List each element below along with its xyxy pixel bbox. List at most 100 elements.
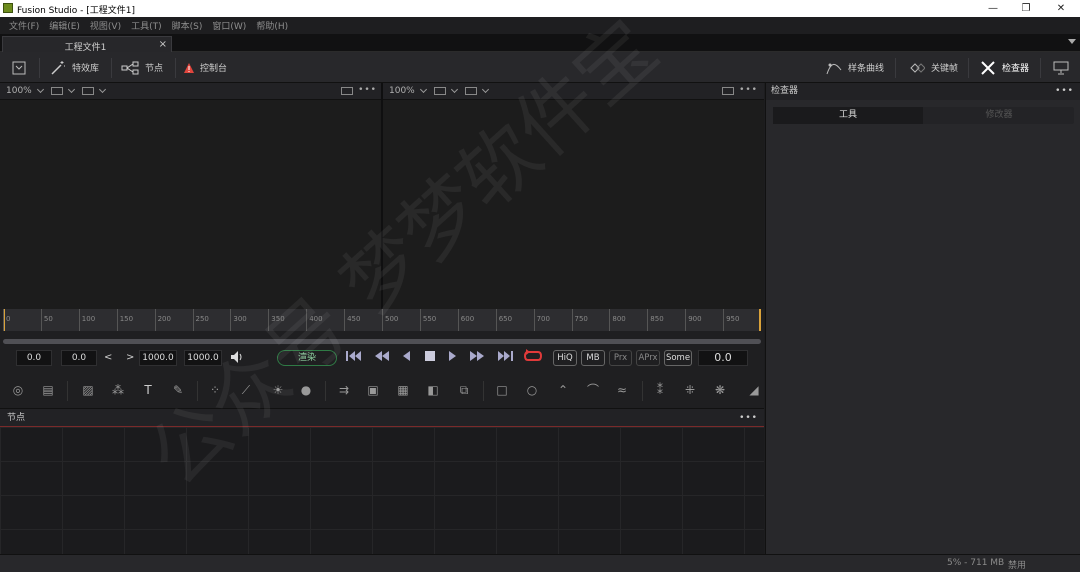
menu-window[interactable]: 窗口(W): [212, 19, 246, 32]
doc-tab-project1[interactable]: 工程文件1 ×: [2, 36, 172, 53]
render-end-field[interactable]: 1000.0: [139, 350, 177, 366]
ruler-tick: 750: [571, 309, 588, 331]
close-tab-icon[interactable]: ×: [159, 39, 167, 50]
timeline-scrollbar[interactable]: [3, 339, 761, 344]
fast-forward-button[interactable]: [469, 350, 485, 367]
bspline-mask-icon[interactable]: ⌒: [585, 382, 601, 398]
image-loader-icon[interactable]: ▨: [80, 382, 96, 398]
particle-emitter-icon[interactable]: ⁑: [652, 382, 668, 398]
render-end-marker[interactable]: [759, 309, 761, 331]
background-tool-icon[interactable]: ◎: [10, 382, 26, 398]
menu-tools[interactable]: 工具(T): [131, 19, 162, 32]
merge-tool-icon[interactable]: ▤: [40, 382, 56, 398]
color-curves-icon[interactable]: ⟋: [238, 382, 254, 398]
auto-proxy-button[interactable]: APrx: [636, 350, 660, 366]
minimize-button[interactable]: —: [978, 0, 1008, 17]
ellipse-mask-icon[interactable]: ○: [524, 382, 540, 398]
transform-stack-icon[interactable]: ⧉: [456, 382, 472, 398]
go-to-end-button[interactable]: [497, 350, 513, 367]
paint-brush-icon[interactable]: ✎: [170, 382, 186, 398]
ruler-tick: 950: [723, 309, 739, 331]
viewer-options-icon[interactable]: •••: [358, 85, 377, 95]
node-grid-canvas[interactable]: [0, 427, 764, 554]
lut-icon[interactable]: [81, 87, 94, 95]
metadata-button[interactable]: [1053, 52, 1069, 83]
close-window-button[interactable]: ✕: [1046, 0, 1076, 17]
text-tool-icon[interactable]: T: [140, 382, 156, 398]
chevron-down-icon[interactable]: [419, 85, 427, 94]
render-button[interactable]: 渲染: [277, 350, 337, 366]
loader-icon[interactable]: ▦: [395, 382, 411, 398]
keyframes-button[interactable]: 关键帧: [907, 52, 958, 83]
3d-shape-icon[interactable]: ◢: [746, 382, 762, 398]
step-forward-button[interactable]: >: [126, 351, 134, 365]
proxy-button[interactable]: Prx: [609, 350, 632, 366]
channel-icon[interactable]: [433, 87, 446, 95]
chevron-down-icon[interactable]: [450, 85, 458, 94]
fit-view-icon[interactable]: [722, 87, 734, 95]
rectangle-mask-icon[interactable]: □: [494, 382, 510, 398]
current-time-field[interactable]: 0.0: [698, 350, 748, 366]
zoom-level[interactable]: 100%: [389, 86, 415, 96]
menu-script[interactable]: 脚本(S): [172, 19, 203, 32]
matte-control-icon[interactable]: ▣: [365, 382, 381, 398]
inspector-button[interactable]: 检查器: [980, 52, 1029, 83]
selective-update-button[interactable]: Some: [664, 350, 692, 366]
go-to-start-button[interactable]: [346, 350, 362, 367]
chevron-down-icon[interactable]: [98, 85, 106, 94]
zoom-level[interactable]: 100%: [6, 86, 32, 96]
channel-booleans-icon[interactable]: ⇉: [336, 382, 352, 398]
tab-tools[interactable]: 工具: [773, 107, 923, 124]
chevron-down-icon[interactable]: [481, 85, 489, 94]
viewer-right[interactable]: 100% •••: [383, 83, 764, 309]
menu-file[interactable]: 文件(F): [9, 19, 39, 32]
nodes-button[interactable]: 节点: [121, 52, 163, 83]
console-button[interactable]: 控制台: [184, 52, 227, 83]
global-end-field[interactable]: 1000.0: [184, 350, 222, 366]
polygon-mask-icon[interactable]: ⌃: [555, 382, 571, 398]
time-ruler[interactable]: 0 50 100 150 200 250 300 350 400 450 500 550 600 650 7…: [3, 309, 761, 331]
effects-library-button[interactable]: 特效库: [50, 52, 99, 83]
play-reverse-button[interactable]: [401, 350, 411, 367]
brightness-contrast-icon[interactable]: ☀: [270, 382, 286, 398]
chevron-down-icon[interactable]: [36, 85, 44, 94]
loop-button[interactable]: [523, 349, 543, 368]
viewer-left[interactable]: 100% •••: [0, 83, 383, 309]
toolbar-divider: [1040, 58, 1041, 78]
layout-toggle-button[interactable]: [12, 52, 26, 83]
spline-button[interactable]: 样条曲线: [826, 52, 884, 83]
tab-list-dropdown-icon[interactable]: [1068, 39, 1076, 44]
nodes-icon: [121, 61, 139, 74]
particle-render-icon[interactable]: ⁜: [682, 382, 698, 398]
menu-view[interactable]: 视图(V): [90, 19, 121, 32]
step-back-button[interactable]: <: [104, 351, 112, 365]
viewer-right-header: 100% •••: [383, 83, 764, 100]
hiq-button[interactable]: HiQ: [553, 350, 577, 366]
saver-icon[interactable]: ◧: [425, 382, 441, 398]
global-start-field[interactable]: 0.0: [16, 350, 52, 366]
viewer-options-icon[interactable]: •••: [739, 85, 758, 95]
lut-icon[interactable]: [464, 87, 477, 95]
stop-button[interactable]: [424, 350, 436, 367]
tab-modifiers[interactable]: 修改器: [924, 107, 1074, 124]
channel-icon[interactable]: [50, 87, 63, 95]
chevron-down-icon[interactable]: [67, 85, 75, 94]
particle-style-icon[interactable]: ❋: [712, 382, 728, 398]
wand-mask-icon[interactable]: ≈: [614, 382, 630, 398]
node-options-icon[interactable]: •••: [739, 409, 758, 427]
color-corrector-icon[interactable]: ⁘: [207, 382, 223, 398]
menu-help[interactable]: 帮助(H): [256, 19, 288, 32]
ruler-tick: 450: [344, 309, 360, 331]
inspector-options-icon[interactable]: •••: [1055, 83, 1074, 100]
skip-to-start-icon: [346, 351, 361, 361]
blur-drop-icon[interactable]: ●: [298, 382, 314, 398]
fast-noise-icon[interactable]: ⁂: [110, 382, 126, 398]
maximize-button[interactable]: ❐: [1011, 0, 1041, 17]
render-start-field[interactable]: 0.0: [61, 350, 97, 366]
menu-edit[interactable]: 编辑(E): [49, 19, 80, 32]
play-button[interactable]: [448, 350, 458, 367]
volume-button[interactable]: [230, 350, 244, 369]
fit-view-icon[interactable]: [341, 87, 353, 95]
motion-blur-button[interactable]: MB: [581, 350, 605, 366]
rewind-button[interactable]: [374, 350, 390, 367]
